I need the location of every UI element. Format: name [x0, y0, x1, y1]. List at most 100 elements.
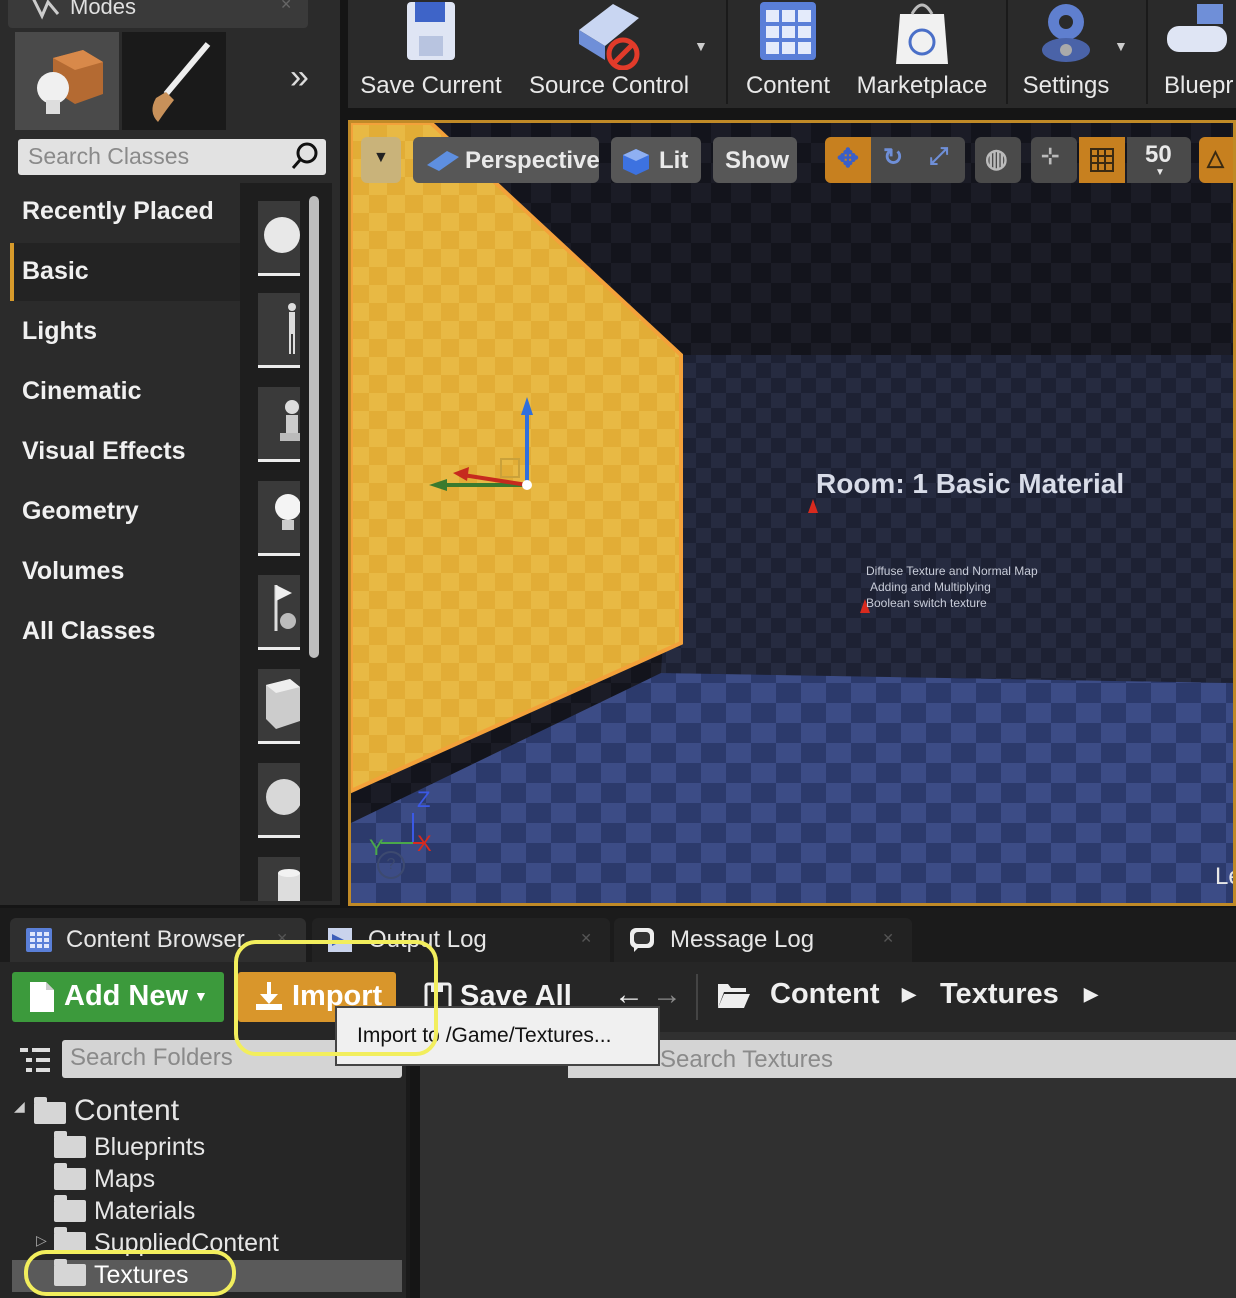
bottom-tab-bar: Content Browser ✕ Output Log ✕ Message L… — [0, 908, 1236, 962]
toolbar-separator — [1006, 0, 1008, 104]
sphere-thumbnail[interactable] — [258, 763, 302, 838]
floppy-disk-icon — [407, 2, 455, 60]
place-mode-button[interactable] — [15, 32, 119, 130]
blueprints-button[interactable]: Bluepr — [1158, 0, 1236, 104]
content-button[interactable]: Content — [738, 0, 838, 104]
viewport-options-button[interactable]: ▼ — [361, 137, 401, 183]
lightbulb-icon — [275, 494, 301, 530]
tab-label: Content Browser — [66, 926, 245, 953]
search-icon[interactable] — [290, 141, 320, 171]
category-volumes[interactable]: Volumes — [10, 543, 240, 601]
marketplace-button[interactable]: Marketplace — [852, 0, 992, 104]
new-file-icon — [30, 982, 54, 1012]
grid-size-dropdown[interactable]: 50 ▼ — [1127, 137, 1191, 183]
level-viewport[interactable]: ▼ Perspective Lit Show ✥ ↻ ⤢ ◍ ⊹ 50 ▼ △ … — [348, 120, 1236, 906]
settings-button[interactable]: Settings — [1016, 0, 1116, 104]
folder-maps[interactable]: Maps — [54, 1163, 354, 1196]
source-control-label: Source Control — [528, 72, 690, 99]
category-basic[interactable]: Basic — [10, 243, 244, 301]
angle-icon: △ — [1207, 145, 1224, 170]
grid-snap-toggle[interactable] — [1079, 137, 1125, 183]
rotation-snap-toggle[interactable]: △ — [1199, 137, 1233, 183]
tab-label: Message Log — [670, 926, 815, 953]
textures-highlight-annotation — [24, 1250, 236, 1296]
place-mode-icon — [37, 50, 103, 114]
point-light-thumbnail[interactable] — [258, 481, 301, 556]
empty-actor-thumbnail[interactable] — [258, 201, 300, 276]
category-visual-effects[interactable]: Visual Effects — [10, 423, 240, 481]
category-geometry[interactable]: Geometry — [10, 483, 240, 541]
sphere-icon — [266, 779, 302, 815]
world-local-button[interactable]: ◍ — [975, 137, 1021, 183]
folder-content[interactable]: Content — [34, 1094, 334, 1127]
category-recently-placed[interactable]: Recently Placed — [10, 183, 240, 241]
chevron-down-icon: ▼ — [1155, 167, 1165, 178]
content-label: Content — [745, 72, 831, 99]
modes-panel: Modes ✕ » Recently Placed Basic Lights C… — [0, 0, 340, 905]
search-classes-input[interactable] — [18, 139, 288, 173]
lit-button[interactable]: Lit — [611, 137, 701, 183]
thumbnail-scrollbar[interactable] — [309, 196, 319, 658]
category-label: Geometry — [22, 497, 139, 525]
search-classes-field[interactable] — [18, 139, 326, 175]
source-control-dropdown-icon[interactable]: ▼ — [694, 38, 708, 54]
help-icon[interactable]: ? — [377, 851, 405, 879]
source-control-button[interactable]: Source Control — [524, 0, 694, 104]
tab-message-log[interactable]: Message Log ✕ — [614, 918, 912, 962]
category-lights[interactable]: Lights — [10, 303, 240, 361]
pawn-thumbnail[interactable] — [258, 387, 300, 462]
category-list: Recently Placed Basic Lights Cinematic V… — [10, 183, 244, 901]
folder-blueprints[interactable]: Blueprints — [54, 1131, 354, 1164]
translate-tool-button[interactable]: ✥ — [825, 137, 871, 183]
paint-mode-button[interactable] — [122, 32, 226, 130]
content-grid-icon — [760, 2, 816, 60]
room-description-line: Boolean switch texture — [866, 596, 987, 610]
cube-thumbnail[interactable] — [258, 669, 300, 744]
folder-icon — [34, 1097, 66, 1124]
category-cinematic[interactable]: Cinematic — [10, 363, 240, 421]
cylinder-thumbnail[interactable] — [258, 857, 300, 901]
toolbar-separator — [1146, 0, 1148, 104]
scene-render — [351, 123, 1233, 903]
perspective-label: Perspective — [465, 147, 600, 174]
surface-snap-button[interactable]: ⊹ — [1031, 137, 1077, 183]
player-start-thumbnail[interactable] — [258, 575, 300, 650]
character-thumbnail[interactable] — [258, 293, 300, 368]
translate-icon: ✥ — [837, 143, 859, 173]
folder-list-toggle-icon[interactable] — [18, 1046, 52, 1076]
folder-materials[interactable]: Materials — [54, 1195, 354, 1228]
breadcrumb-content[interactable]: Content — [770, 978, 880, 1011]
save-current-button[interactable]: Save Current — [356, 0, 506, 104]
source-control-icon — [579, 4, 640, 70]
breadcrumb-textures[interactable]: Textures — [940, 978, 1059, 1011]
show-button[interactable]: Show — [713, 137, 797, 183]
category-label: All Classes — [22, 617, 156, 645]
rotate-tool-button[interactable]: ↻ — [873, 137, 917, 183]
scale-tool-button[interactable]: ⤢ — [919, 137, 963, 183]
search-assets-field[interactable]: Search Textures — [568, 1040, 1236, 1078]
toolbar-separator — [696, 974, 698, 1020]
breadcrumb-chevron-icon[interactable]: ▶ — [1084, 984, 1098, 1005]
more-modes-icon[interactable]: » — [290, 58, 309, 97]
expand-arrow-icon[interactable]: ◢ — [14, 1098, 25, 1115]
folder-icon — [54, 1195, 86, 1222]
category-all-classes[interactable]: All Classes — [10, 603, 240, 661]
add-new-button[interactable]: Add New ▼ — [12, 972, 224, 1022]
lit-cube-icon — [623, 149, 649, 175]
close-icon[interactable]: ✕ — [280, 0, 292, 13]
room-title-text: Room: 1 Basic Material — [816, 468, 1125, 499]
settings-dropdown-icon[interactable]: ▼ — [1114, 38, 1128, 54]
grid-icon — [1090, 148, 1114, 172]
close-tab-icon[interactable]: ✕ — [882, 930, 894, 947]
import-highlight-annotation — [234, 940, 438, 1056]
sphere-icon — [264, 217, 300, 253]
blueprints-label: Bluepr — [1164, 72, 1234, 99]
breadcrumb-chevron-icon[interactable]: ▶ — [902, 984, 916, 1005]
collapse-arrow-icon[interactable]: ▷ — [36, 1232, 47, 1249]
open-folder-icon — [718, 984, 750, 1008]
marketplace-label: Marketplace — [856, 72, 988, 99]
perspective-button[interactable]: Perspective — [413, 137, 600, 183]
close-tab-icon[interactable]: ✕ — [580, 930, 592, 947]
panel-splitter[interactable] — [406, 1032, 410, 1298]
modes-tab[interactable]: Modes ✕ — [8, 0, 308, 28]
